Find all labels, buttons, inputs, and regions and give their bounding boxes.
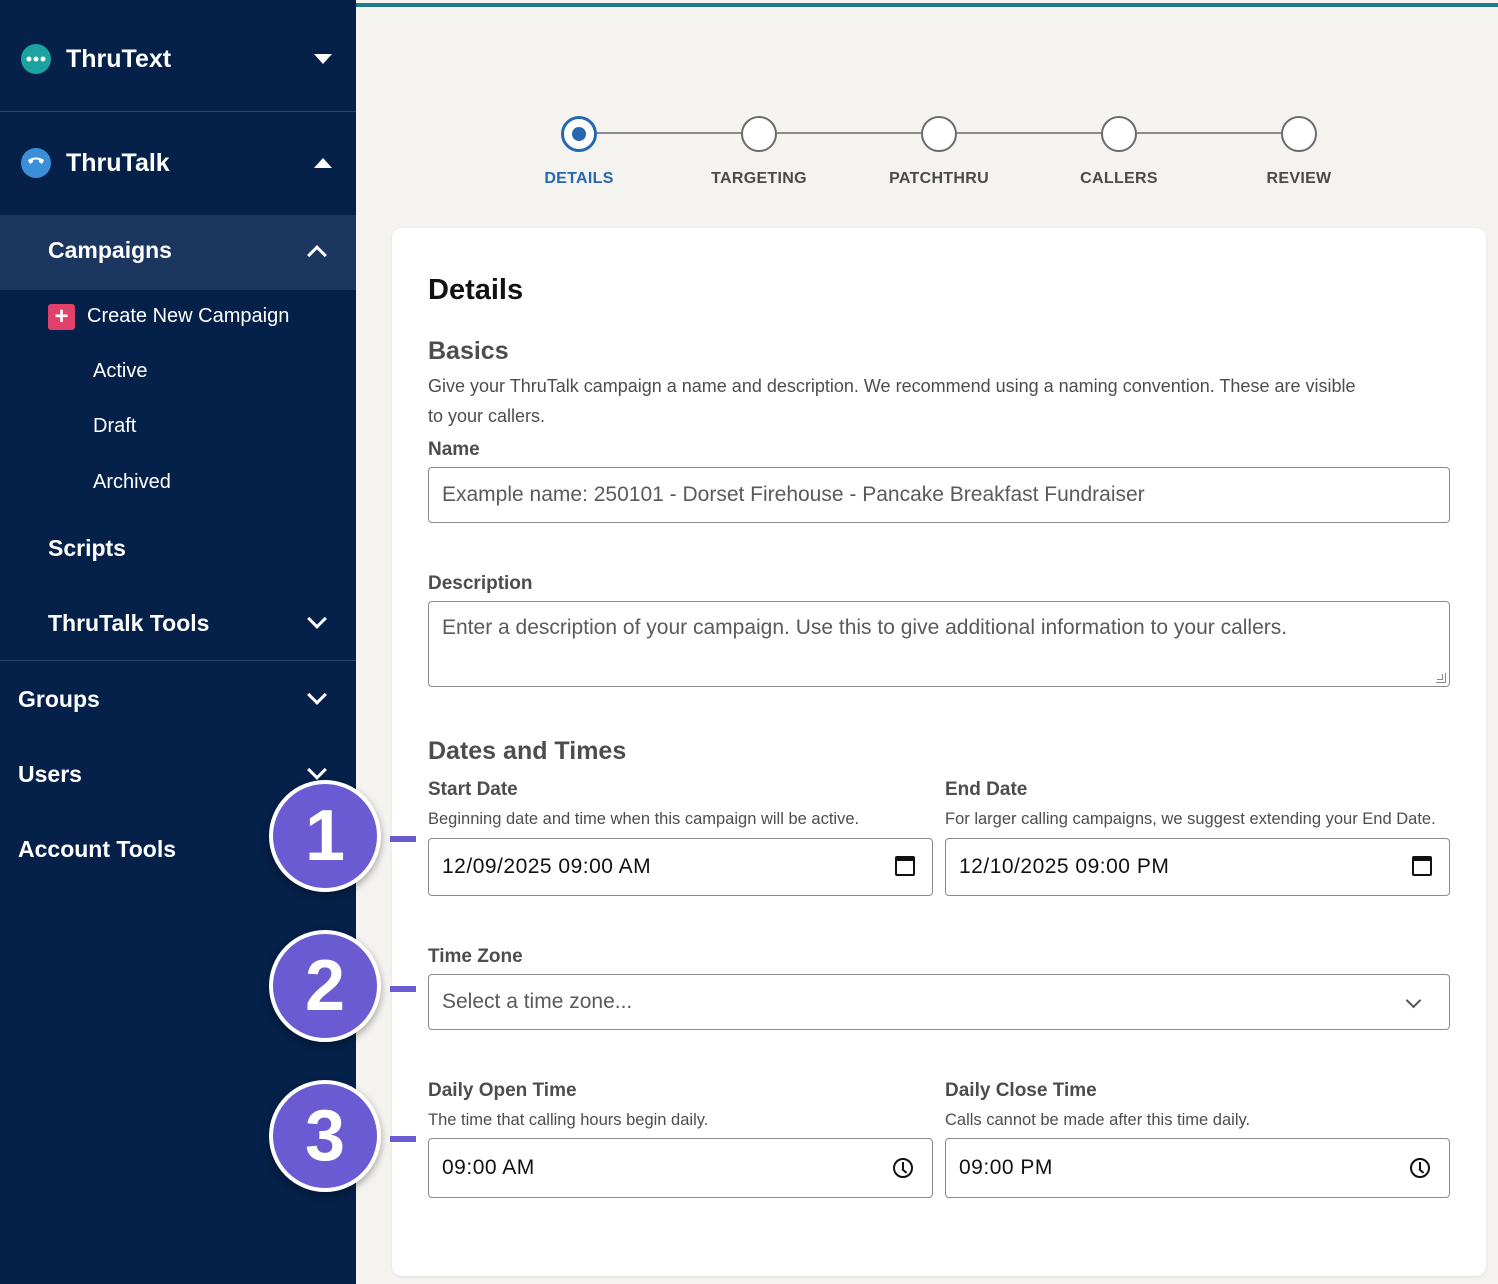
sidebar-item-account-tools[interactable]: Account Tools	[18, 836, 176, 863]
sidebar-product-label: ThruText	[66, 44, 172, 73]
sidebar-item-thrutalk-tools[interactable]: ThruTalk Tools	[48, 610, 209, 637]
description-label: Description	[428, 573, 533, 594]
caret-down-icon	[314, 54, 332, 64]
chevron-down-icon[interactable]	[307, 609, 327, 629]
start-date-field[interactable]: 12/09/2025 09:00 AM	[428, 838, 933, 896]
step-review-label[interactable]: REVIEW	[1219, 170, 1379, 188]
stepper-connector	[777, 132, 921, 134]
basics-help-line1: Give your ThruTalk campaign a name and d…	[428, 376, 1356, 396]
sidebar-item-create-campaign[interactable]: Create New Campaign	[87, 305, 289, 328]
chevron-down-icon[interactable]	[307, 685, 327, 705]
open-time-label: Daily Open Time	[428, 1080, 577, 1101]
name-field[interactable]: Example name: 250101 - Dorset Firehouse …	[428, 467, 1450, 523]
callout-connector-3	[390, 1136, 416, 1142]
end-date-value: 12/10/2025 09:00 PM	[959, 855, 1170, 878]
timezone-select[interactable]: Select a time zone...	[428, 974, 1450, 1030]
step-callers-label[interactable]: CALLERS	[1039, 170, 1199, 188]
close-time-label: Daily Close Time	[945, 1080, 1097, 1101]
sidebar-item-groups[interactable]: Groups	[18, 686, 100, 713]
end-date-help: For larger calling campaigns, we suggest…	[945, 810, 1436, 828]
sidebar-item-users[interactable]: Users	[18, 761, 82, 788]
open-time-field[interactable]: 09:00 AM	[428, 1138, 933, 1198]
dates-heading: Dates and Times	[428, 737, 627, 765]
sidebar-product-label: ThruTalk	[66, 148, 170, 177]
start-date-label: Start Date	[428, 779, 518, 800]
stepper-connector	[597, 132, 741, 134]
close-time-value: 09:00 PM	[959, 1156, 1053, 1179]
sidebar-item-draft[interactable]: Draft	[93, 415, 136, 438]
description-field[interactable]: Enter a description of your campaign. Us…	[428, 601, 1450, 687]
name-label: Name	[428, 439, 480, 460]
step-callers-indicator[interactable]	[1101, 116, 1137, 152]
sidebar-product-thrutext[interactable]: ThruText	[0, 7, 356, 111]
sidebar-item-archived[interactable]: Archived	[93, 471, 171, 494]
close-time-help: Calls cannot be made after this time dai…	[945, 1111, 1251, 1129]
timezone-placeholder: Select a time zone...	[442, 990, 633, 1013]
step-targeting-label[interactable]: TARGETING	[679, 170, 839, 188]
thrutext-logo-icon	[21, 44, 51, 74]
sidebar-item-scripts[interactable]: Scripts	[48, 535, 126, 562]
timezone-label: Time Zone	[428, 946, 523, 967]
callout-badge-2: 2	[269, 930, 381, 1042]
end-date-field[interactable]: 12/10/2025 09:00 PM	[945, 838, 1450, 896]
step-details-indicator[interactable]	[561, 116, 597, 152]
calendar-icon[interactable]	[1412, 856, 1432, 876]
basics-heading: Basics	[428, 337, 509, 365]
clock-icon[interactable]	[1410, 1158, 1430, 1178]
thrutalk-logo-icon	[21, 148, 51, 178]
step-patchthru-indicator[interactable]	[921, 116, 957, 152]
sidebar-product-thrutalk[interactable]: ThruTalk	[0, 111, 356, 215]
open-time-help: The time that calling hours begin daily.	[428, 1111, 709, 1129]
open-time-value: 09:00 AM	[442, 1156, 535, 1179]
start-date-help: Beginning date and time when this campai…	[428, 810, 860, 828]
chevron-up-icon	[307, 245, 327, 265]
chevron-down-icon[interactable]	[307, 760, 327, 780]
step-targeting-indicator[interactable]	[741, 116, 777, 152]
step-review-indicator[interactable]	[1281, 116, 1317, 152]
stepper-connector	[1137, 132, 1281, 134]
clock-icon[interactable]	[893, 1158, 913, 1178]
plus-icon[interactable]: +	[48, 304, 75, 330]
page-title: Details	[428, 274, 524, 306]
calendar-icon[interactable]	[895, 856, 915, 876]
step-patchthru-label[interactable]: PATCHTHRU	[859, 170, 1019, 188]
callout-badge-1: 1	[269, 780, 381, 892]
name-placeholder: Example name: 250101 - Dorset Firehouse …	[442, 483, 1145, 506]
caret-up-icon	[314, 158, 332, 168]
callout-connector-2	[390, 986, 416, 992]
start-date-value: 12/09/2025 09:00 AM	[442, 855, 652, 878]
basics-help-line2: to your callers.	[428, 406, 546, 426]
sidebar-item-label: Campaigns	[48, 237, 172, 263]
callout-badge-3: 3	[269, 1080, 381, 1192]
chevron-down-icon	[1405, 992, 1422, 1009]
sidebar-item-campaigns[interactable]: Campaigns	[0, 215, 356, 290]
description-placeholder: Enter a description of your campaign. Us…	[442, 616, 1288, 639]
close-time-field[interactable]: 09:00 PM	[945, 1138, 1450, 1198]
end-date-label: End Date	[945, 779, 1028, 800]
callout-connector-1	[390, 836, 416, 842]
step-details-label[interactable]: DETAILS	[499, 170, 659, 188]
resize-handle-icon[interactable]	[1436, 673, 1446, 683]
stepper-connector	[957, 132, 1101, 134]
sidebar-item-active[interactable]: Active	[93, 360, 147, 383]
sidebar-divider	[0, 660, 356, 661]
